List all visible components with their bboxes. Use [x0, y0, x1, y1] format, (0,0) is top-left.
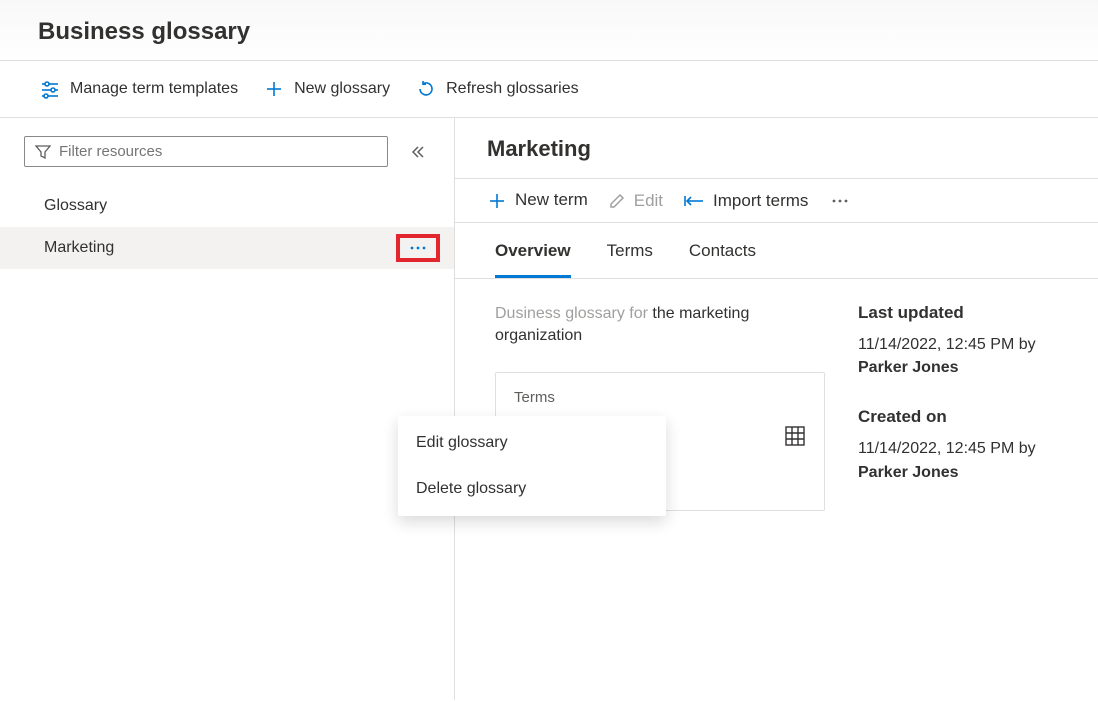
filter-input-wrap[interactable]: [24, 136, 388, 167]
tree-item-label: Marketing: [44, 239, 114, 257]
glossary-tree: Glossary Marketing: [0, 185, 454, 269]
refresh-icon: [416, 79, 436, 99]
last-updated-user: Parker Jones: [858, 359, 959, 376]
created-value: 11/14/2022, 12:45 PM by: [858, 440, 1036, 457]
detail-toolbar: New term Edit Import terms: [455, 179, 1098, 223]
filter-icon: [35, 143, 51, 160]
created-user: Parker Jones: [858, 464, 959, 481]
more-horizontal-icon: [832, 193, 848, 208]
tab-contacts[interactable]: Contacts: [689, 241, 756, 278]
last-updated-block: Last updated 11/14/2022, 12:45 PM by Par…: [858, 303, 1058, 379]
tab-terms[interactable]: Terms: [607, 241, 653, 278]
overview-right: Last updated 11/14/2022, 12:45 PM by Par…: [858, 303, 1058, 512]
glossary-description: Dusiness glossary for the marketing orga…: [495, 303, 828, 348]
import-terms-button[interactable]: Import terms: [683, 191, 808, 211]
description-partial: Dusiness glossary for: [495, 305, 648, 322]
created-text: 11/14/2022, 12:45 PM by Parker Jones: [858, 437, 1058, 483]
filter-row: [0, 136, 454, 185]
edit-label: Edit: [634, 191, 663, 211]
manage-templates-button[interactable]: Manage term templates: [38, 75, 240, 103]
tree-item-marketing[interactable]: Marketing: [0, 227, 454, 269]
tree-item-glossary[interactable]: Glossary: [0, 185, 454, 227]
plus-icon: [264, 79, 284, 99]
chevron-double-left-icon: [410, 143, 426, 158]
last-updated-title: Last updated: [858, 303, 1058, 323]
pencil-icon: [608, 191, 626, 211]
new-term-button[interactable]: New term: [487, 190, 588, 211]
context-menu: Edit glossary Delete glossary: [398, 416, 666, 516]
main-area: Glossary Marketing Edit glossary Delete …: [0, 118, 1098, 700]
plus-icon: [487, 190, 507, 211]
collapse-sidebar-button[interactable]: [406, 139, 430, 163]
detail-tabs: Overview Terms Contacts: [455, 223, 1098, 279]
settings-sliders-icon: [40, 79, 60, 99]
tree-item-label: Glossary: [44, 197, 107, 215]
page-header: Business glossary: [0, 0, 1098, 61]
edit-button: Edit: [608, 191, 663, 211]
manage-templates-label: Manage term templates: [70, 80, 238, 98]
import-label: Import terms: [713, 191, 808, 211]
filter-input[interactable]: [51, 143, 377, 160]
last-updated-value: 11/14/2022, 12:45 PM by: [858, 336, 1036, 353]
page-title: Business glossary: [38, 18, 1060, 46]
context-edit-glossary[interactable]: Edit glossary: [398, 420, 666, 466]
new-glossary-label: New glossary: [294, 80, 390, 98]
new-term-label: New term: [515, 190, 588, 210]
detail-pane: Marketing New term Edit Import terms: [455, 118, 1098, 700]
new-glossary-button[interactable]: New glossary: [262, 75, 392, 103]
detail-header: Marketing: [455, 118, 1098, 179]
refresh-button[interactable]: Refresh glossaries: [414, 75, 581, 103]
table-grid-icon: [784, 425, 806, 447]
created-title: Created on: [858, 407, 1058, 427]
detail-more-button[interactable]: [828, 189, 852, 212]
detail-title: Marketing: [487, 136, 1066, 162]
import-arrow-icon: [683, 191, 705, 211]
tree-item-more-button[interactable]: [396, 234, 440, 262]
created-block: Created on 11/14/2022, 12:45 PM by Parke…: [858, 407, 1058, 483]
refresh-label: Refresh glossaries: [446, 80, 579, 98]
context-delete-glossary[interactable]: Delete glossary: [398, 466, 666, 512]
page-toolbar: Manage term templates New glossary Refre…: [0, 61, 1098, 118]
terms-card-label: Terms: [514, 389, 806, 406]
sidebar: Glossary Marketing Edit glossary Delete …: [0, 118, 455, 700]
last-updated-text: 11/14/2022, 12:45 PM by Parker Jones: [858, 333, 1058, 379]
tab-overview[interactable]: Overview: [495, 241, 571, 278]
